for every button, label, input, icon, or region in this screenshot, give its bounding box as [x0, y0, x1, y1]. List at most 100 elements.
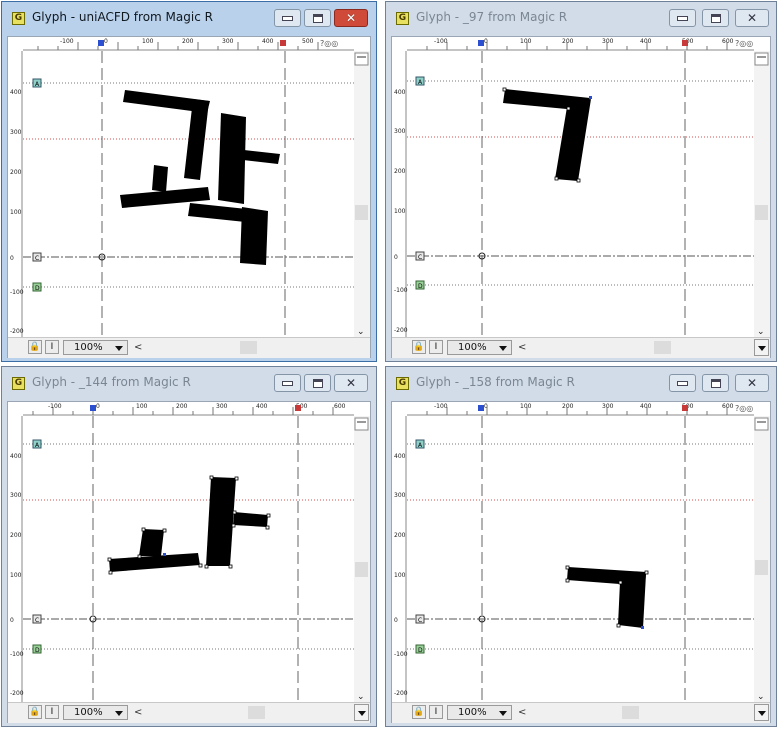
glyph-window-158[interactable]: G Glyph - _158 from Magic R ✕ -100 0 100…	[385, 366, 777, 727]
glyph-outline-97[interactable]	[503, 89, 591, 181]
glyph-canvas-area[interactable]: -100 0 100 200 300 400 500 600 ?◎◎ 400 3…	[391, 401, 771, 723]
chevron-down-icon	[499, 346, 507, 351]
maximize-button[interactable]	[702, 374, 729, 392]
origin-marker-icon[interactable]	[478, 405, 484, 411]
glyph-outline-144[interactable]	[109, 477, 268, 572]
ruler-help-buttons[interactable]: ?◎◎	[735, 404, 753, 413]
lock-icon[interactable]: 🔒	[412, 705, 426, 719]
zoom-select[interactable]: 100%	[63, 705, 128, 720]
ruler-help-buttons[interactable]: ?◎◎	[320, 39, 338, 48]
glyph-canvas-area[interactable]: -100 0 100 200 300 400 500 600 ?◎◎ 400 3…	[391, 36, 771, 358]
scroll-down-icon[interactable]: ⌄	[357, 692, 365, 702]
title-bar[interactable]: G Glyph - _144 from Magic R ✕	[2, 367, 376, 401]
scroll-down-icon[interactable]: ⌄	[357, 327, 365, 337]
close-button[interactable]: ✕	[334, 374, 368, 392]
window-title: Glyph - _158 from Magic R	[416, 375, 575, 389]
glyph-editor-canvas[interactable]: -100 0 100 200 300 400 500 ?◎◎ 400 300 2…	[8, 37, 370, 337]
minimize-button[interactable]	[669, 9, 696, 27]
vertical-scroll-thumb[interactable]	[355, 205, 368, 220]
app-icon: G	[396, 12, 409, 25]
svg-text:-100: -100	[10, 651, 24, 658]
text-cursor-button[interactable]: I	[45, 340, 59, 354]
vruler-label: 200	[10, 169, 22, 176]
svg-text:100: 100	[10, 572, 22, 579]
panel-toggle-button[interactable]	[754, 52, 769, 66]
maximize-button[interactable]	[304, 374, 331, 392]
selected-node[interactable]	[589, 96, 592, 99]
app-icon: G	[396, 377, 409, 390]
vruler-label: 0	[10, 255, 14, 262]
selected-node[interactable]	[641, 626, 644, 629]
scroll-left-icon[interactable]: <	[518, 707, 526, 718]
zoom-select[interactable]: 100%	[447, 340, 512, 355]
vertical-scroll-thumb[interactable]	[755, 560, 768, 575]
minimize-button[interactable]	[274, 9, 301, 27]
scroll-down-icon[interactable]: ⌄	[757, 327, 765, 337]
window-title: Glyph - _97 from Magic R	[416, 10, 568, 24]
origin-marker-icon[interactable]	[90, 405, 96, 411]
title-bar[interactable]: G Glyph - _97 from Magic R ✕	[386, 2, 776, 36]
text-cursor-button[interactable]: I	[45, 705, 59, 719]
vertical-scroll-thumb[interactable]	[755, 205, 768, 220]
advance-width-marker-icon[interactable]	[280, 40, 286, 46]
svg-text:D: D	[35, 647, 40, 654]
advance-width-marker-icon[interactable]	[682, 405, 688, 411]
horizontal-scroll-thumb[interactable]	[248, 706, 265, 719]
glyph-canvas-area[interactable]: -100 0 100 200 300 400 500 600 400 300 2…	[7, 401, 371, 723]
vertical-scroll-thumb[interactable]	[355, 562, 368, 577]
scroll-corner-button[interactable]	[754, 704, 769, 721]
scroll-left-icon[interactable]: <	[134, 707, 142, 718]
advance-width-marker-icon[interactable]	[682, 40, 688, 46]
text-cursor-button[interactable]: I	[429, 340, 443, 354]
vertical-scrollbar[interactable]	[754, 416, 770, 702]
vertical-scrollbar[interactable]	[754, 51, 770, 337]
horizontal-scroll-thumb[interactable]	[654, 341, 671, 354]
glyph-window-uniACFD[interactable]: G Glyph - uniACFD from Magic R ✕ -100 0 …	[1, 1, 377, 362]
origin-marker-icon[interactable]	[478, 40, 484, 46]
panel-toggle-button[interactable]	[754, 417, 769, 431]
panel-toggle-button[interactable]	[354, 417, 369, 431]
lock-icon[interactable]: 🔒	[28, 340, 42, 354]
zoom-select[interactable]: 100%	[447, 705, 512, 720]
maximize-button[interactable]	[304, 9, 331, 27]
ruler-help-buttons[interactable]: ?◎◎	[735, 39, 753, 48]
minimize-button[interactable]	[274, 374, 301, 392]
glyph-editor-canvas[interactable]: -100 0 100 200 300 400 500 600 ?◎◎ 400 3…	[392, 37, 770, 337]
svg-text:-200: -200	[394, 327, 408, 334]
hruler-label: -100	[434, 38, 448, 45]
lock-icon[interactable]: 🔒	[28, 705, 42, 719]
scroll-corner-button[interactable]	[354, 704, 369, 721]
lock-icon[interactable]: 🔒	[412, 340, 426, 354]
minimize-button[interactable]	[669, 374, 696, 392]
glyph-window-144[interactable]: G Glyph - _144 from Magic R ✕ -100 0 100…	[1, 366, 377, 727]
origin-marker-icon[interactable]	[98, 40, 104, 46]
glyph-editor-canvas[interactable]: -100 0 100 200 300 400 500 600 400 300 2…	[8, 402, 370, 702]
title-bar[interactable]: G Glyph - _158 from Magic R ✕	[386, 367, 776, 401]
scroll-left-icon[interactable]: <	[518, 342, 526, 353]
selected-node[interactable]	[163, 553, 166, 556]
scroll-left-icon[interactable]: <	[134, 342, 142, 353]
horizontal-scroll-thumb[interactable]	[622, 706, 639, 719]
title-bar[interactable]: G Glyph - uniACFD from Magic R ✕	[2, 2, 376, 36]
glyph-editor-canvas[interactable]: -100 0 100 200 300 400 500 600 ?◎◎ 400 3…	[392, 402, 770, 702]
close-button[interactable]: ✕	[735, 374, 769, 392]
scroll-corner-button[interactable]	[754, 339, 769, 356]
glyph-outline-uniACFD[interactable]	[120, 90, 280, 265]
chevron-down-icon	[115, 711, 123, 716]
hruler-label: 100	[520, 38, 532, 45]
advance-width-marker-icon[interactable]	[295, 405, 301, 411]
panel-toggle-button[interactable]	[354, 52, 369, 66]
maximize-button[interactable]	[702, 9, 729, 27]
text-cursor-button[interactable]: I	[429, 705, 443, 719]
glyph-canvas-area[interactable]: -100 0 100 200 300 400 500 ?◎◎ 400 300 2…	[7, 36, 371, 358]
close-button[interactable]: ✕	[735, 9, 769, 27]
scroll-down-icon[interactable]: ⌄	[757, 692, 765, 702]
vertical-scrollbar[interactable]	[354, 416, 370, 702]
close-button[interactable]: ✕	[334, 9, 368, 27]
vertical-scrollbar[interactable]	[354, 51, 370, 337]
zoom-select[interactable]: 100%	[63, 340, 128, 355]
chevron-down-icon	[115, 346, 123, 351]
horizontal-scroll-thumb[interactable]	[240, 341, 257, 354]
hruler-label: 500	[302, 38, 314, 45]
glyph-window-97[interactable]: G Glyph - _97 from Magic R ✕ -100 0 100 …	[385, 1, 777, 362]
